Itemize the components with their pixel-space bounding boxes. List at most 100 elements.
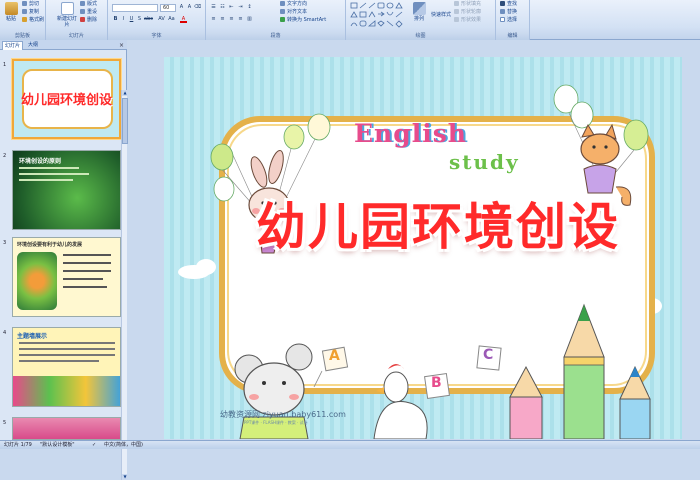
- font-group: 60 A A ⌫ B I U S abc AV Aa A 字体: [108, 0, 206, 40]
- clipboard-group: 粘贴 剪切 复制 格式刷 剪贴板: [0, 0, 46, 40]
- clear-format-button[interactable]: ⌫: [194, 4, 201, 11]
- effects-icon: [454, 17, 459, 22]
- reset-button[interactable]: 重设: [80, 9, 97, 16]
- fill-icon: [454, 1, 459, 6]
- shrink-font-button[interactable]: A: [186, 4, 193, 11]
- columns-button[interactable]: ▥: [246, 16, 253, 23]
- slide-number: 2: [3, 153, 7, 159]
- font-color-button[interactable]: A: [180, 16, 187, 23]
- new-slide-icon: [60, 2, 74, 15]
- font-group-title: 字体: [108, 32, 205, 40]
- replace-button[interactable]: 替换: [500, 9, 517, 16]
- theme-name: "默认设计模板": [40, 442, 75, 448]
- layout-icon: [80, 1, 85, 6]
- format-painter-button[interactable]: 格式刷: [22, 17, 44, 24]
- align-left-button[interactable]: ≡: [210, 16, 217, 23]
- panel-close-button[interactable]: ×: [119, 41, 124, 50]
- slide-number: 5: [3, 420, 7, 426]
- text-direction-button[interactable]: 文字方向: [280, 1, 307, 8]
- increase-indent-button[interactable]: ⇥: [237, 4, 244, 11]
- char-spacing-button[interactable]: AV: [158, 16, 165, 23]
- italic-button[interactable]: I: [120, 16, 127, 23]
- language-indicator[interactable]: 中文(简体，中国): [104, 441, 143, 449]
- shape-fill-button[interactable]: 形状填充: [454, 1, 481, 8]
- thumbnail-slide-4[interactable]: 主题墙展示: [12, 327, 121, 407]
- copy-icon: [22, 9, 27, 14]
- tab-outline[interactable]: 大纲: [26, 41, 40, 50]
- cursor-icon: [500, 17, 505, 22]
- cut-button[interactable]: 剪切: [22, 1, 39, 8]
- panel-scrollbar[interactable]: ▲ ▼: [121, 90, 128, 480]
- ribbon: 粘贴 剪切 复制 格式刷 剪贴板 新建幻灯片 版式 重设 删除 幻灯片 60 A…: [0, 0, 700, 40]
- shadow-button[interactable]: S: [136, 16, 143, 23]
- numbering-button[interactable]: ☷: [219, 4, 226, 11]
- scroll-down-button[interactable]: ▼: [122, 474, 128, 480]
- status-bar: 幻灯片 1/79 "默认设计模板" ✓ 中文(简体，中国): [0, 440, 700, 449]
- spellcheck-icon[interactable]: ✓: [92, 441, 96, 449]
- slide-position: 幻灯片 1/79: [4, 442, 32, 448]
- panel-tabs: 幻灯片 大纲 ×: [0, 40, 127, 50]
- shape-effects-button[interactable]: 形状效果: [454, 17, 481, 24]
- reset-icon: [80, 9, 85, 14]
- english-label[interactable]: English: [354, 119, 467, 148]
- delete-icon: [80, 17, 85, 22]
- font-name-combo[interactable]: [112, 4, 158, 12]
- strike-button[interactable]: abc: [144, 16, 153, 23]
- drawing-group: 排列 快速样式 形状填充 形状轮廓 形状效果 绘图: [346, 0, 496, 40]
- new-slide-button[interactable]: 新建幻灯片: [56, 2, 78, 28]
- bold-button[interactable]: B: [112, 16, 119, 23]
- thumb-title: 环境创设的原则: [19, 158, 62, 165]
- font-size-combo[interactable]: 60: [160, 4, 176, 12]
- align-text-button[interactable]: 对齐文本: [280, 9, 307, 16]
- thumbnail-slide-5[interactable]: [12, 417, 121, 440]
- find-button[interactable]: 查找: [500, 1, 517, 8]
- select-button[interactable]: 选择: [500, 17, 517, 24]
- thumb-image: [17, 252, 57, 310]
- change-case-button[interactable]: Aa: [168, 16, 175, 23]
- decrease-indent-button[interactable]: ⇤: [228, 4, 235, 11]
- line-spacing-button[interactable]: ↕: [246, 4, 253, 11]
- align-center-button[interactable]: ≡: [219, 16, 226, 23]
- bullets-button[interactable]: ☰: [210, 4, 217, 11]
- paragraph-group: ☰ ☷ ⇤ ⇥ ↕ ≡ ≡ ≡ ≡ ▥ 文字方向 对齐文本 转换为 SmartA…: [206, 0, 346, 40]
- justify-button[interactable]: ≡: [237, 16, 244, 23]
- shapes-gallery[interactable]: [350, 2, 406, 30]
- editing-group-title: 编辑: [496, 32, 529, 40]
- current-slide[interactable]: English study 幼儿园环境创设 A B C 幼教资源网 ziyuan…: [164, 57, 682, 439]
- tab-slides[interactable]: 幻灯片: [2, 41, 24, 50]
- slide-thumbnail-panel: 幻灯片 大纲 × 1 幼儿园环境创设 2 环境创设的原则 3 环境创设要有利于幼…: [0, 40, 128, 480]
- thumb-image: [13, 376, 120, 406]
- layout-button[interactable]: 版式: [80, 1, 97, 8]
- thumbnail-slide-1[interactable]: 幼儿园环境创设: [12, 59, 121, 139]
- paragraph-group-title: 段落: [206, 32, 345, 40]
- study-label[interactable]: study: [449, 150, 520, 174]
- thumb-title: 环境创设要有利于幼儿的发展: [17, 242, 83, 248]
- editing-group: 查找 替换 选择 编辑: [496, 0, 530, 40]
- thumbnail-slide-2[interactable]: 环境创设的原则: [12, 150, 121, 230]
- copy-button[interactable]: 复制: [22, 9, 39, 16]
- letter-c: C: [483, 347, 494, 363]
- slide-title[interactable]: 幼儿园环境创设: [238, 187, 638, 259]
- slide-number: 4: [3, 330, 7, 336]
- delete-slide-button[interactable]: 删除: [80, 17, 97, 24]
- watermark-subtext: PPT课件 · FLASH课件 · 教案 · 试卷: [244, 420, 308, 425]
- paste-icon: [4, 2, 18, 15]
- paste-button[interactable]: 粘贴: [2, 2, 20, 22]
- text-direction-icon: [280, 1, 285, 6]
- arrange-icon: [412, 2, 426, 15]
- smartart-icon: [280, 17, 285, 22]
- smartart-button[interactable]: 转换为 SmartArt: [280, 17, 326, 24]
- clipboard-group-title: 剪贴板: [0, 32, 45, 40]
- shape-outline-button[interactable]: 形状轮廓: [454, 9, 481, 16]
- scissors-icon: [22, 1, 27, 6]
- align-right-button[interactable]: ≡: [228, 16, 235, 23]
- underline-button[interactable]: U: [128, 16, 135, 23]
- grow-font-button[interactable]: A: [178, 4, 185, 11]
- arrange-button[interactable]: 排列: [410, 2, 428, 22]
- slide-number: 1: [3, 62, 7, 68]
- slides-group: 新建幻灯片 版式 重设 删除 幻灯片: [46, 0, 108, 40]
- quick-styles-button[interactable]: 快速样式: [430, 12, 452, 18]
- thumb-title: 主题墙展示: [17, 333, 48, 340]
- brush-icon: [22, 17, 27, 22]
- thumbnail-slide-3[interactable]: 环境创设要有利于幼儿的发展: [12, 237, 121, 317]
